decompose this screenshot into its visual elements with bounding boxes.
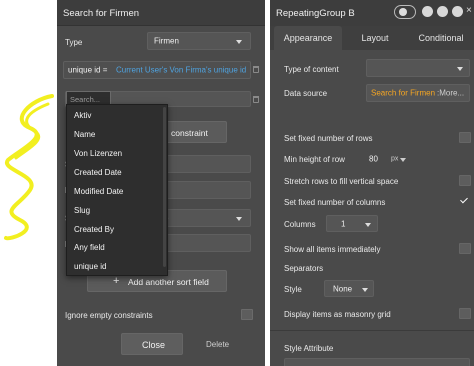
dropdown-item[interactable]: Any field [74,243,105,252]
descending-field[interactable] [157,181,251,199]
type-value: Firmen [154,36,179,46]
panel-title: Search for Firmen [63,8,140,19]
chevron-down-icon [457,67,463,71]
chevron-down-icon [236,217,242,221]
play-icon[interactable] [422,6,433,17]
panel-title-bar: Search for Firmen [57,0,265,26]
descending-field-2[interactable]: k [157,234,251,252]
chevron-down-icon [362,288,368,292]
type-of-content-label: Type of content [284,65,339,74]
data-source-value[interactable]: Search for Firmens [371,89,439,98]
columns-value: 1 [341,219,346,228]
fixed-columns-label: Set fixed number of columns [284,198,386,207]
yellow-scribble-annotation [4,94,54,241]
tab-bar: Appearance Layout Conditional [270,26,474,50]
columns-dropdown[interactable]: 1 [326,215,378,232]
chevron-down-icon [365,223,371,227]
rp-title-bar: RepeatingGroup B × [270,0,474,26]
property-editor-panel: RepeatingGroup B × Appearance Layout Con… [270,0,474,366]
toggle-icon[interactable] [394,5,416,19]
show-all-label: Show all items immediately [284,245,381,254]
stretch-rows-checkbox[interactable] [459,175,471,186]
style-label: Style [284,285,302,294]
ignore-empty-checkbox[interactable] [241,309,253,320]
constraint-key: unique id = [68,65,108,75]
chevron-down-icon [400,158,406,162]
close-icon[interactable]: × [466,5,472,16]
dropdown-item[interactable]: Name [74,130,95,139]
stretch-rows-label: Stretch rows to fill vertical space [284,177,399,186]
dropdown-item[interactable]: Von Lizenzen [74,149,122,158]
columns-label: Columns [284,220,316,229]
sort-dropdown[interactable] [157,155,251,173]
close-label: Close [142,340,166,350]
dropdown-item[interactable]: Modified Date [74,187,123,196]
delete-button[interactable]: Delete [206,340,229,349]
data-source-label: Data source [284,89,328,98]
dropdown-item[interactable]: unique id [74,262,106,271]
dropdown-item[interactable]: Slug [74,206,90,215]
show-all-checkbox[interactable] [459,243,471,254]
type-of-content-dropdown[interactable] [366,59,470,77]
masonry-label: Display items as masonry grid [284,310,391,319]
tab-appearance[interactable]: Appearance [274,26,342,50]
min-height-label: Min height of row [284,155,345,164]
min-height-input[interactable]: 80 px [366,150,408,167]
trash-icon[interactable] [253,96,259,103]
element-title: RepeatingGroup B [276,8,355,19]
style-attribute-field[interactable] [284,358,470,366]
constraint-value[interactable]: Current User's Von Firma's unique id [116,66,246,75]
info-icon[interactable] [437,6,448,17]
fixed-columns-checkbox[interactable] [459,196,471,207]
add-constraint-label: constraint [171,128,208,138]
type-dropdown[interactable]: Firmen [147,32,251,50]
tab-layout[interactable]: Layout [346,26,404,50]
plus-icon: + [113,275,120,287]
dropdown-search-placeholder: Search... [70,95,101,104]
divider [270,330,474,331]
dropdown-item[interactable]: Created By [74,225,114,234]
type-label: Type [65,38,83,47]
tab-conditional[interactable]: Conditional [410,26,472,50]
constraint-row[interactable]: unique id = Current User's Von Firma's u… [63,61,251,79]
fixed-rows-checkbox[interactable] [459,132,471,143]
dropdown-item[interactable]: Aktiv [74,111,91,120]
data-source-more[interactable]: :More... [435,88,465,98]
style-dropdown[interactable]: None [324,280,374,297]
ignore-empty-label: Ignore empty constraints [65,311,153,320]
comment-icon[interactable] [452,6,463,17]
data-source-field[interactable]: Search for Firmens :More... [366,84,470,102]
min-height-value: 80 [369,154,378,163]
masonry-checkbox[interactable] [459,308,471,319]
fixed-rows-label: Set fixed number of rows [284,134,373,143]
field-dropdown-list: Aktiv Name Von Lizenzen Created Date Mod… [66,104,168,276]
add-sort-label: Add another sort field [128,277,209,287]
style-attribute-label: Style Attribute [284,344,334,353]
close-button[interactable]: Close [121,333,183,355]
dropdown-scrollbar[interactable] [163,107,166,267]
style-value: None [333,284,353,293]
dropdown-item[interactable]: Created Date [74,168,122,177]
min-height-unit: px [391,155,399,162]
trash-icon[interactable] [253,66,259,73]
separators-label: Separators [284,264,324,273]
chevron-down-icon [236,40,242,44]
sort-dropdown-2[interactable]: e [157,209,251,227]
